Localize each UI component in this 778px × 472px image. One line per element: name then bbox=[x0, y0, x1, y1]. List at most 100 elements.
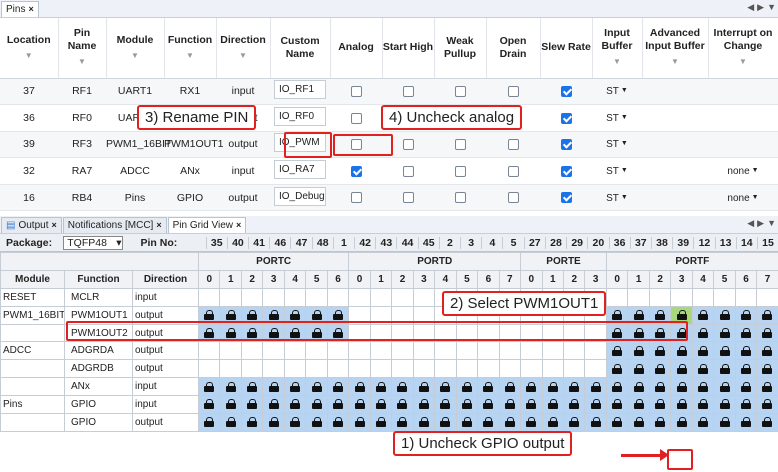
slew-checkbox[interactable] bbox=[560, 165, 572, 177]
pin-lock-cell[interactable] bbox=[648, 359, 672, 379]
pin-lock-cell[interactable] bbox=[605, 395, 629, 415]
pins-col-header[interactable]: Input Buffer ▼ bbox=[592, 18, 643, 79]
pin-lock-cell[interactable] bbox=[627, 341, 650, 361]
start-high-checkbox[interactable] bbox=[402, 139, 414, 151]
pin-lock-cell[interactable] bbox=[648, 413, 672, 432]
tab-notifications[interactable]: Notifications [MCC] × bbox=[62, 216, 167, 233]
pin-lock-cell[interactable] bbox=[455, 395, 479, 415]
pin-lock-cell[interactable] bbox=[391, 395, 414, 415]
pins-col-header[interactable]: Pin Name ▼ bbox=[58, 18, 107, 79]
close-icon[interactable]: × bbox=[28, 4, 33, 14]
filter-icon[interactable]: ▼ bbox=[59, 55, 106, 68]
pin-lock-cell[interactable] bbox=[391, 377, 414, 397]
pins-col-header[interactable]: Interrupt on Change ▼ bbox=[708, 18, 778, 79]
pin-lock-cell[interactable] bbox=[434, 395, 457, 415]
pin-lock-cell[interactable] bbox=[670, 341, 693, 361]
close-icon[interactable]: × bbox=[156, 220, 161, 230]
grid-function-cell[interactable]: ADGRDB bbox=[64, 359, 133, 379]
slew-checkbox[interactable] bbox=[560, 192, 572, 204]
pin-lock-cell[interactable] bbox=[219, 395, 242, 415]
tab-pin-grid-view[interactable]: Pin Grid View × bbox=[167, 216, 247, 233]
pin-lock-cell[interactable] bbox=[219, 377, 242, 397]
weak-pullup-checkbox[interactable] bbox=[454, 165, 466, 177]
chevron-right-icon[interactable]: ▶ bbox=[757, 218, 764, 229]
pins-col-header[interactable]: Slew Rate bbox=[540, 18, 593, 79]
pin-lock-cell[interactable] bbox=[477, 377, 500, 397]
pin-lock-cell[interactable] bbox=[348, 377, 371, 397]
filter-icon[interactable]: ▼ bbox=[593, 55, 642, 68]
filter-icon[interactable]: ▼ bbox=[643, 55, 708, 68]
pins-col-header[interactable]: Start High bbox=[382, 18, 435, 79]
pin-lock-cell[interactable] bbox=[305, 377, 328, 397]
pin-lock-cell[interactable] bbox=[734, 359, 758, 379]
pin-lock-cell[interactable] bbox=[713, 305, 736, 325]
pin-lock-cell[interactable] bbox=[326, 377, 350, 397]
pin-lock-cell[interactable] bbox=[520, 413, 543, 432]
slew-checkbox[interactable] bbox=[560, 139, 572, 151]
analog-checkbox[interactable] bbox=[350, 165, 362, 177]
pin-lock-cell[interactable] bbox=[691, 413, 715, 432]
pin-lock-cell[interactable] bbox=[240, 413, 264, 432]
input-buffer-select[interactable]: ST ▼ bbox=[606, 166, 628, 177]
pin-lock-cell[interactable] bbox=[756, 395, 778, 415]
custom-name-input[interactable]: IO_RF1 bbox=[274, 80, 326, 100]
custom-name-input[interactable]: IO_RF0 bbox=[274, 106, 326, 126]
pin-lock-cell[interactable] bbox=[627, 395, 650, 415]
pin-lock-cell[interactable] bbox=[520, 395, 543, 415]
chevron-down-icon[interactable]: ▼ bbox=[767, 2, 776, 13]
tab-pins[interactable]: Pins × bbox=[1, 0, 39, 17]
close-icon[interactable]: × bbox=[236, 220, 241, 230]
pin-lock-cell[interactable] bbox=[670, 395, 693, 415]
pin-lock-cell[interactable] bbox=[691, 323, 715, 343]
pin-lock-cell[interactable] bbox=[691, 377, 715, 397]
pin-lock-cell[interactable] bbox=[198, 377, 221, 397]
pin-lock-cell[interactable] bbox=[412, 413, 436, 432]
pins-col-header[interactable]: Weak Pullup bbox=[434, 18, 487, 79]
pin-lock-cell[interactable] bbox=[412, 395, 436, 415]
pin-lock-cell[interactable] bbox=[627, 413, 650, 432]
tab-output[interactable]: ▤ Output × bbox=[1, 216, 62, 233]
pins-row[interactable]: 32 RA7 ADCC ANx input IO_RA7 ST ▼ none ▼ bbox=[0, 157, 778, 185]
grid-function-cell[interactable]: ANx bbox=[64, 377, 133, 397]
pin-lock-cell[interactable] bbox=[412, 377, 436, 397]
start-high-checkbox[interactable] bbox=[402, 86, 414, 98]
pin-lock-cell[interactable] bbox=[670, 413, 693, 432]
weak-pullup-checkbox[interactable] bbox=[454, 139, 466, 151]
open-drain-checkbox[interactable] bbox=[507, 139, 519, 151]
weak-pullup-checkbox[interactable] bbox=[454, 192, 466, 204]
pin-lock-cell[interactable] bbox=[326, 413, 350, 432]
pin-lock-cell[interactable] bbox=[283, 377, 307, 397]
weak-pullup-checkbox[interactable] bbox=[454, 86, 466, 98]
pin-lock-cell[interactable] bbox=[562, 377, 586, 397]
pin-lock-cell[interactable] bbox=[713, 341, 736, 361]
pin-lock-cell[interactable] bbox=[756, 359, 778, 379]
pins-col-header[interactable]: Direction ▼ bbox=[216, 18, 271, 79]
pin-lock-cell[interactable] bbox=[348, 395, 371, 415]
pins-col-header[interactable]: Location ▼ bbox=[0, 18, 59, 79]
pin-lock-cell[interactable] bbox=[455, 413, 479, 432]
pin-lock-cell[interactable] bbox=[391, 413, 414, 432]
input-buffer-select[interactable]: ST ▼ bbox=[606, 193, 628, 204]
pin-lock-cell[interactable] bbox=[734, 305, 758, 325]
pins-col-header[interactable]: Module ▼ bbox=[106, 18, 165, 79]
pin-lock-cell[interactable] bbox=[713, 323, 736, 343]
pin-lock-cell[interactable] bbox=[691, 395, 715, 415]
pin-lock-cell[interactable] bbox=[648, 341, 672, 361]
pin-lock-cell[interactable] bbox=[584, 377, 607, 397]
custom-name-input[interactable]: IO_Debug bbox=[274, 186, 326, 206]
package-select[interactable]: TQFP48 ▾ bbox=[63, 235, 123, 250]
pin-lock-cell[interactable] bbox=[713, 377, 736, 397]
ioc-select[interactable]: none ▼ bbox=[727, 193, 758, 204]
pin-lock-cell[interactable] bbox=[198, 395, 221, 415]
analog-checkbox[interactable] bbox=[350, 86, 362, 98]
pin-lock-cell[interactable] bbox=[541, 395, 565, 415]
close-icon[interactable]: × bbox=[51, 220, 56, 230]
grid-function-cell[interactable]: ADGRDA bbox=[64, 341, 133, 361]
pin-lock-cell[interactable] bbox=[713, 395, 736, 415]
pin-lock-cell[interactable] bbox=[369, 377, 393, 397]
pin-lock-cell[interactable] bbox=[756, 341, 778, 361]
pin-lock-cell[interactable] bbox=[584, 395, 607, 415]
pin-lock-cell[interactable] bbox=[262, 413, 285, 432]
pin-lock-cell[interactable] bbox=[605, 377, 629, 397]
chevron-down-icon[interactable]: ▼ bbox=[767, 218, 776, 229]
